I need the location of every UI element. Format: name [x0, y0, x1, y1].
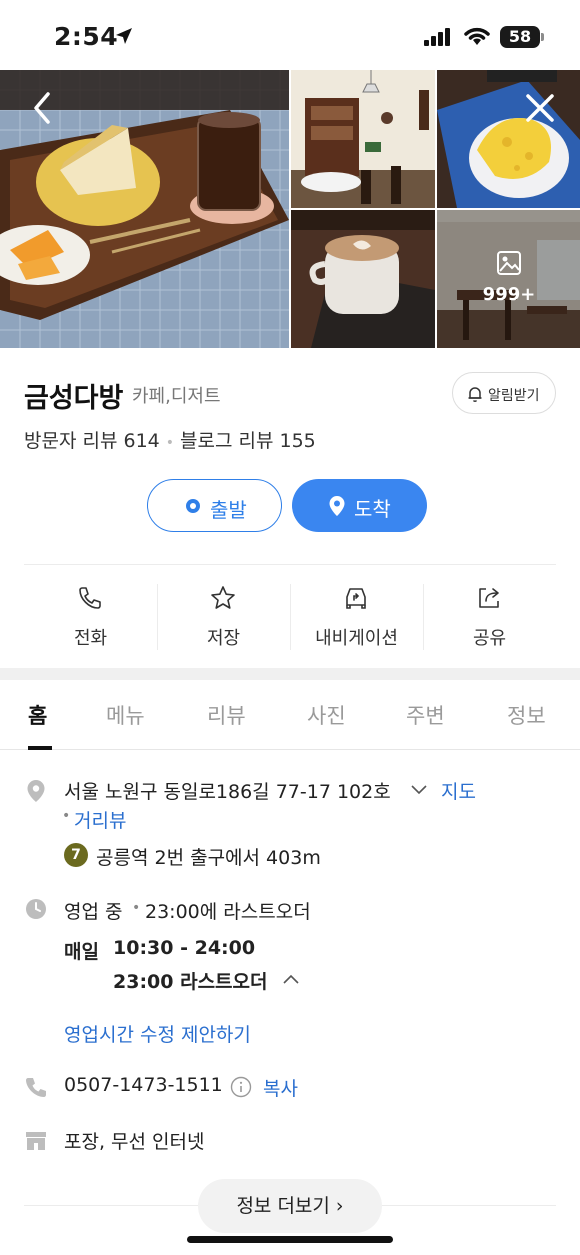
save-action[interactable]: 저장	[157, 578, 290, 654]
call-action-label: 전화	[73, 628, 108, 649]
battery-indicator: 58	[500, 26, 544, 48]
route-start-label: 출발	[210, 498, 247, 522]
location-arrow-icon	[116, 28, 132, 44]
detail-tabs: 홈 메뉴 리뷰 사진 주변 정보	[0, 690, 580, 750]
more-photos-overlay[interactable]: 999+	[437, 210, 580, 348]
origin-dot-icon	[186, 499, 200, 513]
separator-dot: •	[62, 808, 71, 824]
location-pin-icon	[27, 780, 45, 802]
quick-actions: 전화 저장 내비게이션 공유	[24, 578, 556, 654]
photo-gallery[interactable]: 999+	[0, 70, 580, 348]
alarm-button[interactable]: 알림받기	[452, 372, 556, 414]
section-gap	[0, 668, 580, 680]
suggest-hours-edit-link[interactable]: 영업시간 수정 제안하기	[64, 1020, 251, 1047]
route-destination-label: 도착	[354, 497, 391, 521]
review-counts: 방문자 리뷰 614 • 블로그 리뷰 155	[24, 426, 316, 453]
copy-phone-link[interactable]: 복사	[263, 1074, 298, 1101]
subway-directions: 공릉역 2번 출구에서 403m	[96, 847, 321, 869]
chevron-down-icon[interactable]	[409, 782, 429, 796]
active-tab-indicator	[28, 746, 52, 750]
tab-home[interactable]: 홈	[28, 700, 47, 730]
navigation-action[interactable]: 내비게이션	[290, 578, 423, 654]
phone-icon	[26, 1078, 46, 1097]
cellular-signal-icon	[424, 28, 450, 46]
place-name: 금성다방	[24, 383, 124, 414]
call-action[interactable]: 전화	[24, 578, 157, 654]
photo-latte[interactable]	[291, 210, 435, 348]
open-status: 영업 중	[64, 901, 123, 923]
status-bar: 2:54 58	[0, 0, 580, 70]
star-icon	[211, 586, 235, 609]
phone-number[interactable]: 0507-1473-1511	[64, 1074, 223, 1096]
place-header: 금성다방 카페,디저트 알림받기	[24, 372, 556, 414]
bell-plus-icon	[468, 387, 482, 403]
amenities-text: 포장, 무선 인터넷	[64, 1131, 205, 1153]
hours-time: 10:30 - 24:00	[113, 937, 256, 959]
tab-menu[interactable]: 메뉴	[106, 700, 145, 730]
separator-dot: •	[165, 435, 175, 451]
map-link[interactable]: 지도	[441, 777, 476, 804]
wifi-icon	[464, 27, 490, 45]
hours-last-order: 23:00 라스트오더	[113, 971, 268, 993]
car-navigation-icon	[346, 588, 366, 609]
info-circle-icon[interactable]	[230, 1076, 252, 1098]
photo-interior-cabinet[interactable]	[291, 70, 435, 208]
back-chevron-icon[interactable]	[22, 86, 66, 130]
address-text: 서울 노원구 동일로186길 77-17 102호	[64, 781, 391, 803]
tab-reviews[interactable]: 리뷰	[207, 700, 246, 730]
share-action-label: 공유	[472, 628, 507, 649]
close-icon[interactable]	[518, 86, 562, 130]
tab-nearby[interactable]: 주변	[406, 700, 445, 730]
street-view-link[interactable]: 거리뷰	[74, 806, 126, 833]
chevron-up-icon[interactable]	[281, 972, 301, 986]
more-info-button[interactable]: 정보 더보기 ›	[198, 1179, 382, 1233]
navigation-action-label: 내비게이션	[315, 628, 398, 649]
phone-icon	[79, 587, 101, 609]
separator-dot: •	[132, 900, 141, 916]
status-time: 2:54	[54, 22, 119, 51]
more-photos-count: 999+	[482, 284, 536, 305]
subway-line-badge: 7	[64, 843, 88, 867]
home-indicator	[187, 1236, 393, 1243]
clock-icon	[26, 899, 46, 919]
hours-day: 매일	[64, 941, 99, 963]
map-pin-icon	[329, 496, 345, 516]
divider	[24, 564, 556, 565]
visitor-review-count[interactable]: 방문자 리뷰 614	[24, 430, 160, 452]
tab-photos[interactable]: 사진	[307, 700, 346, 730]
last-order-summary: 23:00에 라스트오더	[145, 901, 311, 923]
tab-info[interactable]: 정보	[507, 700, 546, 730]
gallery-icon	[497, 251, 521, 275]
route-destination-button[interactable]: 도착	[292, 479, 427, 532]
alarm-button-label: 알림받기	[488, 388, 540, 404]
store-icon	[26, 1132, 46, 1150]
blog-review-count[interactable]: 블로그 리뷰 155	[180, 430, 316, 452]
route-start-button[interactable]: 출발	[147, 479, 282, 532]
share-icon	[479, 588, 499, 608]
share-action[interactable]: 공유	[423, 578, 556, 654]
save-action-label: 저장	[206, 628, 241, 649]
place-category: 카페,디저트	[132, 386, 221, 407]
